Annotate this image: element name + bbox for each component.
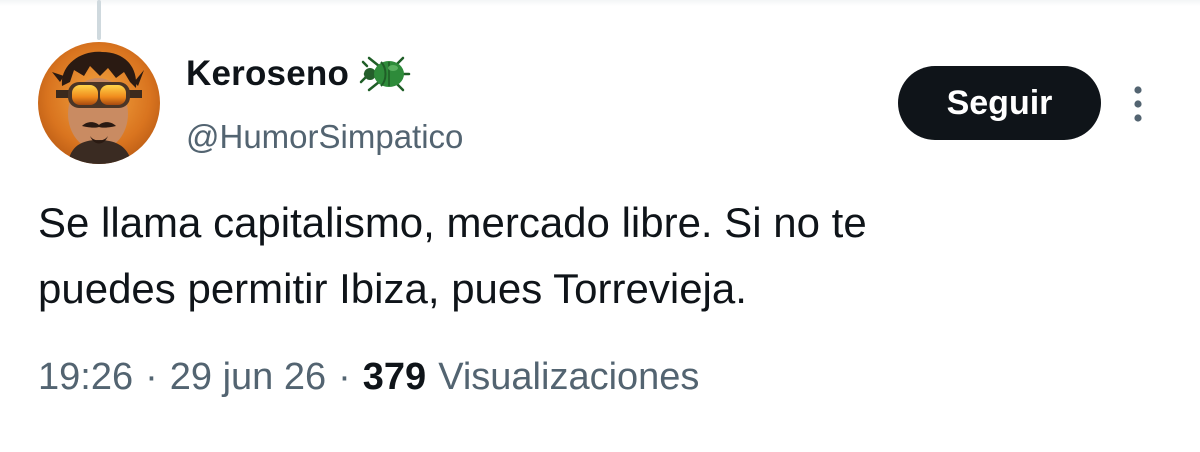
top-divider	[0, 0, 1200, 6]
thread-connector-line	[97, 0, 101, 40]
tweet-date[interactable]: 29 jun 26	[170, 356, 326, 399]
beetle-icon	[359, 52, 413, 96]
meta-separator: ·	[145, 355, 158, 398]
views-label[interactable]: Visualizaciones	[438, 356, 699, 399]
follow-button[interactable]: Seguir	[898, 66, 1101, 140]
author-name-row: Keroseno	[186, 52, 413, 96]
author-handle[interactable]: @HumorSimpatico	[186, 118, 463, 156]
meta-separator: ·	[338, 355, 351, 398]
author-display-name[interactable]: Keroseno	[186, 54, 349, 94]
tweet-meta: 19:26 · 29 jun 26 · 379 Visualizaciones	[38, 352, 699, 402]
tweet-text: Se llama capitalismo, mercado libre. Si …	[38, 199, 867, 312]
tweet-time[interactable]: 19:26	[38, 356, 133, 399]
avatar[interactable]	[38, 42, 160, 164]
views-count[interactable]: 379	[363, 356, 426, 399]
more-vertical-icon[interactable]	[1126, 84, 1150, 124]
